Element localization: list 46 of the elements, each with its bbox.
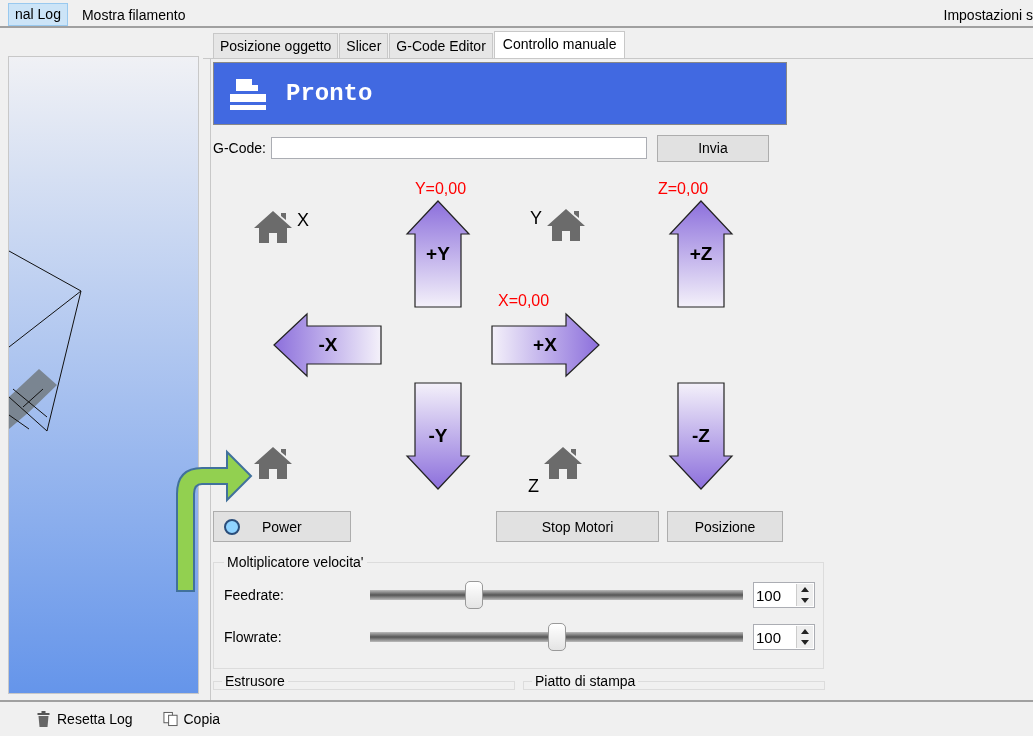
- send-button[interactable]: Invia: [656, 134, 769, 162]
- arrow-button[interactable]: -X: [273, 312, 383, 378]
- toolbar-button[interactable]: Resetta Log: [36, 711, 133, 727]
- slider-thumb[interactable]: [465, 581, 484, 609]
- copy-icon: [162, 711, 178, 727]
- home-icon[interactable]: [253, 210, 293, 244]
- toolbar-button[interactable]: Copia: [162, 711, 221, 727]
- tab[interactable]: G-Code Editor: [389, 33, 493, 58]
- tab[interactable]: Controllo manuale: [493, 31, 626, 58]
- group-title: Estrusore: [224, 673, 286, 689]
- z-readout: Z=0,00: [658, 180, 710, 198]
- arrow-button[interactable]: +Z: [668, 200, 734, 308]
- arrow-button[interactable]: -Z: [668, 382, 734, 490]
- menu-item[interactable]: Mostra filamento: [75, 5, 192, 26]
- axis-label: Y: [530, 208, 542, 229]
- home-icon[interactable]: [546, 208, 586, 242]
- action-button[interactable]: Stop Motori: [496, 511, 659, 542]
- home-icon[interactable]: [253, 446, 293, 480]
- group-title: Moltiplicatore velocita': [226, 554, 365, 570]
- tab[interactable]: Posizione oggetto: [213, 33, 339, 58]
- axis-label: X: [297, 210, 309, 231]
- y-readout: Y=0,00: [414, 180, 467, 198]
- x-readout: X=0,00: [498, 292, 551, 310]
- trash-icon: [36, 711, 51, 727]
- menu-item[interactable]: Impostazioni s: [943, 7, 1033, 26]
- slider-label: Feedrate:: [224, 587, 285, 603]
- slider-thumb[interactable]: [547, 623, 566, 651]
- number-field[interactable]: 100: [753, 582, 815, 608]
- action-button[interactable]: Posizione: [667, 511, 783, 542]
- arrow-button[interactable]: +X: [490, 312, 600, 378]
- status-title: Pronto: [286, 80, 373, 107]
- arrow-button[interactable]: +Y: [405, 200, 471, 308]
- power-button[interactable]: Power: [213, 511, 351, 542]
- slider-label: Flowrate:: [224, 629, 283, 645]
- home-icon[interactable]: [543, 446, 583, 480]
- spin-arrows-icon[interactable]: [796, 626, 813, 648]
- menu-item[interactable]: nal Log: [8, 3, 68, 26]
- arrow-button[interactable]: -Y: [405, 382, 471, 490]
- gcode-label: G-Code:: [213, 140, 266, 156]
- spin-arrows-icon[interactable]: [796, 584, 813, 606]
- axis-label: Z: [528, 476, 539, 497]
- number-field[interactable]: 100: [753, 624, 815, 650]
- printer-icon: [228, 76, 268, 111]
- tab[interactable]: Slicer: [339, 33, 389, 58]
- gcode-field[interactable]: [270, 137, 647, 159]
- group-title: Piatto di stampa: [534, 673, 637, 689]
